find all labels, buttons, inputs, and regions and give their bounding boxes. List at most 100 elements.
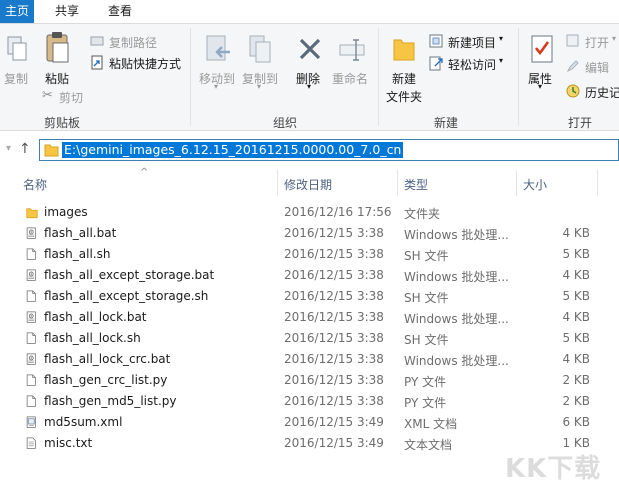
file-size: 5 KB [562, 247, 590, 261]
file-row[interactable]: flash_all_except_storage.bat 2016/12/15 3… [22, 265, 619, 286]
copy-path-button[interactable]: 复制路径 [90, 34, 170, 50]
sort-ascending-icon: ^ [140, 167, 149, 178]
file-type: SH 文件 [404, 249, 449, 263]
move-to-button[interactable]: 移动到 ▾ [196, 30, 240, 100]
properties-icon [531, 35, 553, 63]
chevron-down-icon: ▾ [499, 34, 504, 43]
file-name: flash_gen_md5_list.py [44, 394, 177, 408]
open-icon [566, 34, 579, 47]
copy-to-button[interactable]: 复制到 ▾ [239, 30, 283, 100]
file-type: Windows 批处理... [404, 312, 509, 326]
file-type: 文本文档 [404, 438, 453, 452]
cut-button[interactable]: ✂ 剪切 [42, 88, 92, 105]
properties-button[interactable]: 属性 ▾ [522, 30, 562, 106]
group-divider [190, 28, 191, 126]
file-type: XML 文档 [404, 417, 458, 431]
chevron-down-icon: ▾ [307, 82, 312, 91]
watermark: KK下载 [505, 454, 602, 484]
file-row[interactable]: flash_all_lock_crc.bat 2016/12/15 3:38 Win… [22, 349, 619, 370]
file-row[interactable]: flash_all.sh 2016/12/15 3:38 SH 文件 5 KB [22, 244, 619, 265]
tab-view[interactable]: 查看 [100, 0, 140, 23]
delete-button[interactable]: 删除 ▾ [292, 30, 328, 100]
text-file-icon [26, 437, 36, 449]
organize-group-label: 组织 [272, 116, 297, 130]
file-date: 2016/12/15 3:38 [284, 394, 384, 408]
file-row[interactable]: md5sum.xml 2016/12/15 3:49 XML 文档 6 KB [22, 412, 619, 433]
file-row[interactable]: flash_gen_crc_list.py 2016/12/15 3:38 PY 文… [22, 370, 619, 391]
file-date: 2016/12/15 3:49 [284, 415, 384, 429]
batch-file-icon [26, 227, 36, 239]
tab-share[interactable]: 共享 [47, 0, 87, 23]
rename-icon [339, 39, 365, 61]
column-header-type[interactable]: 类型 [404, 176, 428, 193]
open-button[interactable]: 打开 ▾ [566, 34, 619, 50]
easy-access-button[interactable]: 轻松访问 ▾ [429, 56, 511, 72]
column-header-date[interactable]: 修改日期 [284, 176, 332, 193]
address-path[interactable]: E:\gemini_images_6.12.15_20161215.0000.0… [62, 142, 404, 158]
file-type: 文件夹 [404, 207, 441, 221]
column-header-size[interactable]: 大小 [523, 176, 547, 193]
file-row[interactable]: flash_all_lock.bat 2016/12/15 3:38 Windows… [22, 307, 619, 328]
tab-home[interactable]: 主页 [0, 0, 34, 23]
edit-icon [566, 60, 579, 73]
group-divider [518, 28, 519, 126]
file-row[interactable]: flash_all_lock.sh 2016/12/15 3:38 SH 文件 5 K… [22, 328, 619, 349]
rename-button[interactable]: 重命名 [330, 30, 374, 100]
file-type: Windows 批处理... [404, 228, 509, 242]
file-size: 6 KB [562, 415, 590, 429]
file-row[interactable]: flash_gen_md5_list.py 2016/12/15 3:38 PY 文… [22, 391, 619, 412]
chevron-down-icon: ▾ [214, 82, 219, 91]
file-size: 4 KB [562, 352, 590, 366]
file-date: 2016/12/15 3:38 [284, 352, 384, 366]
file-size: 5 KB [562, 289, 590, 303]
copy-path-icon [90, 36, 104, 46]
file-row[interactable]: images 2016/12/16 17:56 文件夹 [22, 202, 619, 223]
copy-button[interactable]: 复制 [0, 29, 34, 91]
file-name: flash_all_lock.sh [44, 331, 141, 345]
batch-file-icon [26, 311, 36, 323]
address-bar[interactable]: E:\gemini_images_6.12.15_20161215.0000.0… [39, 139, 619, 161]
column-divider[interactable] [597, 170, 598, 196]
paste-button[interactable]: 粘贴 [38, 29, 78, 91]
file-date: 2016/12/16 17:56 [284, 205, 392, 219]
open-group-label: 打开 [567, 116, 592, 130]
new-folder-icon [393, 39, 415, 61]
copy-label: 复制 [4, 72, 29, 86]
file-date: 2016/12/15 3:49 [284, 436, 384, 450]
file-name: flash_gen_crc_list.py [44, 373, 168, 387]
file-size: 4 KB [562, 226, 590, 240]
new-item-button[interactable]: 新建项目 ▾ [429, 34, 511, 50]
history-button[interactable]: 历史记 [566, 84, 619, 100]
up-arrow-icon[interactable]: ↑ [19, 141, 31, 157]
file-size: 2 KB [562, 373, 590, 387]
file-name: flash_all.bat [44, 226, 117, 240]
file-row[interactable]: flash_all_except_storage.sh 2016/12/15 3:… [22, 286, 619, 307]
chevron-down-icon: ▾ [257, 82, 262, 91]
file-name: flash_all_except_storage.sh [44, 289, 209, 303]
paste-shortcut-button[interactable]: 粘贴快捷方式 [90, 55, 190, 71]
batch-file-icon [26, 269, 36, 281]
column-divider[interactable] [277, 170, 278, 196]
group-divider [378, 28, 379, 126]
file-icon [26, 395, 36, 407]
scissors-icon: ✂ [42, 88, 53, 103]
file-type: PY 文件 [404, 396, 447, 410]
recent-locations-chevron-icon[interactable]: ▾ [6, 143, 11, 154]
column-header-name[interactable]: 名称 [23, 176, 47, 193]
file-name: images [44, 205, 88, 219]
file-name: flash_all_lock_crc.bat [44, 352, 171, 366]
edit-button[interactable]: 编辑 [566, 59, 619, 75]
column-divider[interactable] [397, 170, 398, 196]
file-icon [26, 290, 36, 302]
file-date: 2016/12/15 3:38 [284, 226, 384, 240]
file-name: md5sum.xml [44, 415, 123, 429]
file-name: flash_all_except_storage.bat [44, 268, 215, 282]
copy-icon [7, 36, 27, 61]
file-name: flash_all.sh [44, 247, 111, 261]
new-folder-button[interactable]: 新建 文件夹 [382, 30, 426, 106]
file-size: 5 KB [562, 331, 590, 345]
navigation-bar: ▾ ↑ E:\gemini_images_6.12.15_20161215.00… [0, 131, 619, 169]
column-divider[interactable] [516, 170, 517, 196]
file-icon [26, 248, 36, 260]
file-row[interactable]: flash_all.bat 2016/12/15 3:38 Windows 批处理.… [22, 223, 619, 244]
